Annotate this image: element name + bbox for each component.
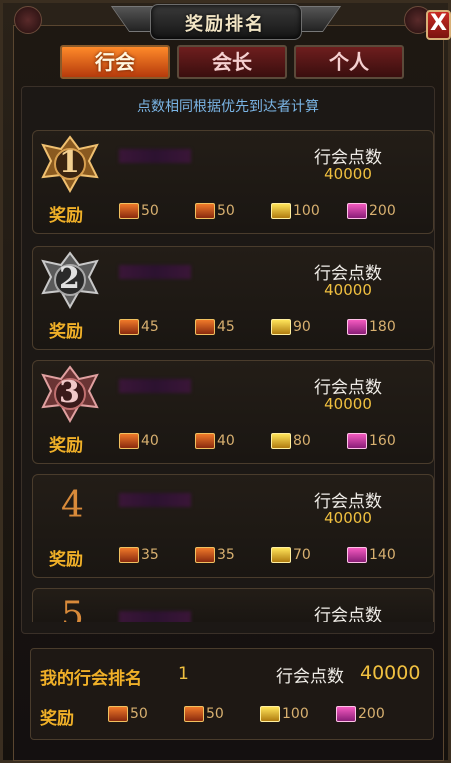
orange-chest-icon [184, 706, 204, 722]
rank-card: 4 行会点数 40000 奖励 35 35 70 140 [32, 474, 434, 578]
reward-item: 35 [195, 547, 235, 565]
my-guild-points-label: 行会点数 [276, 667, 344, 687]
reward-item: 45 [119, 319, 159, 337]
tie-break-hint: 点数相同根据优先到达者计算 [137, 99, 319, 115]
reward-value: 45 [217, 319, 235, 335]
reward-item: 40 [195, 433, 235, 451]
pink-gift-icon [336, 706, 356, 722]
reward-item: 200 [336, 706, 385, 724]
reward-item: 200 [347, 203, 396, 221]
rank-card: 5 行会点数 [32, 588, 434, 622]
reward-value: 180 [369, 319, 396, 335]
pink-gift-icon [347, 433, 367, 449]
reward-value: 160 [369, 433, 396, 449]
pink-gift-icon [347, 547, 367, 563]
gold-ingot-icon [271, 203, 291, 219]
reward-item: 35 [119, 547, 159, 565]
points-value: 40000 [324, 509, 372, 527]
guild-name-blurred [119, 611, 191, 622]
reward-item: 100 [271, 203, 320, 221]
reward-value: 50 [206, 706, 224, 722]
pink-gift-icon [347, 203, 367, 219]
reward-item: 90 [271, 319, 311, 337]
rank-card: 2 行会点数 40000 奖励 45 45 90 180 [32, 246, 434, 350]
orange-chest-icon [195, 433, 215, 449]
reward-value: 90 [293, 319, 311, 335]
gold-ingot-icon [271, 547, 291, 563]
points-label: 行会点数 [314, 606, 382, 622]
rank-card: 3 行会点数 40000 奖励 40 40 80 160 [32, 360, 434, 464]
tab-personal[interactable]: 个人 [294, 45, 404, 79]
reward-value: 200 [358, 706, 385, 722]
rank-number: 3 [59, 375, 80, 410]
corner-ornament-icon [14, 6, 42, 34]
reward-value: 100 [282, 706, 309, 722]
orange-chest-icon [195, 319, 215, 335]
guild-name-blurred [119, 493, 191, 507]
reward-label: 奖励 [49, 436, 83, 456]
my-guild-rank-value: 1 [178, 664, 189, 684]
red-chest-icon [119, 547, 139, 563]
tab-guild[interactable]: 行会 [60, 45, 170, 79]
reward-label: 奖励 [49, 550, 83, 570]
gold-ingot-icon [260, 706, 280, 722]
my-guild-rank-label: 我的行会排名 [40, 669, 142, 689]
reward-value: 70 [293, 547, 311, 563]
reward-value: 140 [369, 547, 396, 563]
reward-label: 奖励 [49, 206, 83, 226]
close-button[interactable]: X [426, 10, 451, 40]
reward-item: 40 [119, 433, 159, 451]
rank-number: 4 [61, 485, 84, 526]
reward-value: 100 [293, 203, 320, 219]
red-chest-icon [119, 433, 139, 449]
reward-item: 50 [195, 203, 235, 221]
reward-item: 50 [108, 706, 148, 724]
reward-item: 160 [347, 433, 396, 451]
red-chest-icon [119, 203, 139, 219]
red-chest-icon [119, 319, 139, 335]
orange-chest-icon [195, 547, 215, 563]
reward-item: 50 [184, 706, 224, 724]
guild-name-blurred [119, 149, 191, 163]
reward-item: 100 [260, 706, 309, 724]
rank-number: 5 [61, 595, 84, 622]
rank-number: 2 [59, 261, 80, 296]
gold-ingot-icon [271, 319, 291, 335]
reward-item: 45 [195, 319, 235, 337]
red-chest-icon [108, 706, 128, 722]
reward-value: 50 [141, 203, 159, 219]
points-value: 40000 [324, 281, 372, 299]
pink-gift-icon [347, 319, 367, 335]
my-guild-points-value: 40000 [360, 662, 421, 684]
reward-value: 35 [141, 547, 159, 563]
tab-bar: 行会 会长 个人 [60, 45, 406, 81]
reward-item: 70 [271, 547, 311, 565]
reward-value: 40 [217, 433, 235, 449]
rank-number: 1 [59, 145, 80, 180]
gold-ingot-icon [271, 433, 291, 449]
tab-guild-leader[interactable]: 会长 [177, 45, 287, 79]
reward-item: 140 [347, 547, 396, 565]
rank-card: 1 行会点数 40000 奖励 50 50 100 200 [32, 130, 434, 234]
reward-item: 50 [119, 203, 159, 221]
window-title: 奖励排名 [185, 14, 265, 35]
guild-name-blurred [119, 379, 191, 393]
reward-value: 80 [293, 433, 311, 449]
points-value: 40000 [324, 165, 372, 183]
reward-value: 45 [141, 319, 159, 335]
reward-value: 50 [130, 706, 148, 722]
orange-chest-icon [195, 203, 215, 219]
reward-value: 35 [217, 547, 235, 563]
my-guild-reward-label: 奖励 [40, 709, 74, 729]
reward-value: 40 [141, 433, 159, 449]
reward-item: 180 [347, 319, 396, 337]
reward-item: 80 [271, 433, 311, 451]
reward-label: 奖励 [49, 322, 83, 342]
reward-value: 200 [369, 203, 396, 219]
reward-value: 50 [217, 203, 235, 219]
guild-name-blurred [119, 265, 191, 279]
points-value: 40000 [324, 395, 372, 413]
